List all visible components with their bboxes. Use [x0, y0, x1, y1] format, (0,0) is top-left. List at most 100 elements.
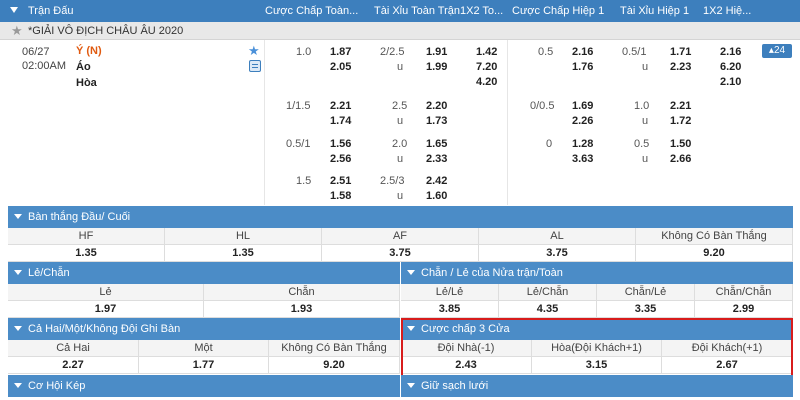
header-1x2-ft[interactable]: 1X2 To... [460, 0, 506, 22]
panel-value-row: 3.85 4.35 3.35 2.99 [401, 301, 793, 318]
odds-cell[interactable]: 3.85 [401, 301, 499, 318]
odds-cell[interactable]: 1.93 [204, 301, 400, 318]
header-ou-h1[interactable]: Tài Xỉu Hiệp 1 [620, 0, 700, 22]
ou-line: 1.0 [634, 100, 650, 112]
column-header: HL [165, 228, 322, 245]
hdp-line: 1.5 [296, 175, 312, 187]
odds-cell[interactable]: 2.27 [8, 357, 139, 374]
odds-cell[interactable]: 1.60 [426, 189, 447, 203]
odds-cell[interactable]: 7.20 [476, 60, 497, 74]
odds-cell[interactable]: 1.91 [426, 45, 447, 59]
panel-title-bar[interactable]: Cả Hai/Một/Không Đội Ghi Bàn [8, 318, 400, 340]
collapse-icon[interactable] [407, 383, 415, 388]
favorite-star-icon[interactable]: ★ [248, 43, 260, 59]
odds-cell[interactable]: 2.99 [695, 301, 793, 318]
hdp-line: 0.5/1 [286, 138, 311, 150]
odds-cell[interactable]: 3.75 [479, 245, 636, 262]
odds-cell[interactable]: 1.87 [330, 45, 351, 59]
ou-line: 2.0 [392, 138, 408, 150]
column-header: Lẻ/Chẵn [499, 284, 597, 301]
odds-cell[interactable]: 2.42 [426, 174, 447, 188]
odds-cell[interactable]: 6.20 [720, 60, 741, 74]
odds-cell[interactable]: 3.35 [597, 301, 695, 318]
odds-cell[interactable]: 9.20 [269, 357, 400, 374]
ou-line: 2.5 [392, 100, 408, 112]
collapse-icon[interactable] [14, 214, 22, 219]
stats-icon[interactable] [249, 60, 261, 72]
hdp-line: 0/0.5 [530, 100, 555, 112]
panel-odd-even: Lẻ/Chẵn Lẻ Chẵn 1.97 1.93 [8, 262, 400, 319]
header-1x2-h1[interactable]: 1X2 Hiệ... [703, 0, 763, 22]
odds-cell[interactable]: 9.20 [636, 245, 793, 262]
odds-cell[interactable]: 2.16 [572, 45, 593, 59]
panel-header-row: Cả Hai Một Không Có Bàn Thắng [8, 340, 400, 357]
highlight-box [401, 318, 793, 380]
odds-cell[interactable]: 1.42 [476, 45, 497, 59]
panel-title: Chẵn / Lẻ của Nửa trận/Toàn [421, 267, 563, 279]
odds-cell[interactable]: 2.26 [572, 114, 593, 128]
odds-cell[interactable]: 1.65 [426, 137, 447, 151]
odds-cell[interactable]: 1.58 [330, 189, 351, 203]
odds-cell[interactable]: 1.99 [426, 60, 447, 74]
header-hdp-ft[interactable]: Cược Chấp Toàn... [265, 0, 367, 22]
odds-cell[interactable]: 2.23 [670, 60, 691, 74]
under-label: u [642, 61, 649, 73]
odds-cell[interactable]: 2.20 [426, 99, 447, 113]
odds-cell[interactable]: 2.21 [670, 99, 691, 113]
collapse-icon[interactable] [14, 270, 22, 275]
hdp-line: 0.5 [538, 46, 554, 58]
odds-cell[interactable]: 2.10 [720, 75, 741, 89]
panel-double-chance: Cơ Hội Kép [8, 375, 400, 400]
odds-cell[interactable]: 1.76 [572, 60, 593, 74]
odds-cell[interactable]: 1.73 [426, 114, 447, 128]
collapse-icon[interactable] [10, 7, 18, 13]
odds-cell[interactable]: 1.72 [670, 114, 691, 128]
under-label: u [642, 115, 649, 127]
panel-value-row: 2.27 1.77 9.20 [8, 357, 400, 374]
odds-cell[interactable]: 2.16 [720, 45, 741, 59]
panel-odd-even-ht-ft: Chẵn / Lẻ của Nửa trận/Toàn Lẻ/Lẻ Lẻ/Chẵ… [401, 262, 793, 319]
odds-cell[interactable]: 1.69 [572, 99, 593, 113]
collapse-icon[interactable] [14, 383, 22, 388]
odds-cell[interactable]: 1.35 [165, 245, 322, 262]
under-label: u [642, 153, 649, 165]
odds-cell[interactable]: 1.74 [330, 114, 351, 128]
odds-cell[interactable]: 3.75 [322, 245, 479, 262]
star-icon[interactable]: ★ [11, 23, 23, 39]
odds-cell[interactable]: 1.28 [572, 137, 593, 151]
odds-cell[interactable]: 1.35 [8, 245, 165, 262]
panel-title-bar[interactable]: Bàn thắng Đầu/ Cuối [8, 206, 793, 228]
away-team: Áo [76, 61, 91, 73]
odds-cell[interactable]: 4.35 [499, 301, 597, 318]
panel-title: Lẻ/Chẵn [28, 267, 70, 279]
match-date: 06/27 [22, 46, 50, 58]
panel-title-bar[interactable]: Cơ Hội Kép [8, 375, 400, 397]
more-bets-button[interactable]: ▴24 [762, 44, 792, 58]
header-hdp-h1[interactable]: Cược Chấp Hiệp 1 [512, 0, 612, 22]
odds-cell[interactable]: 3.63 [572, 152, 593, 166]
panel-title: Bàn thắng Đầu/ Cuối [28, 211, 131, 223]
panel-title-bar[interactable]: Giữ sạch lưới [401, 375, 793, 397]
panel-title-bar[interactable]: Chẵn / Lẻ của Nửa trận/Toàn [401, 262, 793, 284]
collapse-icon[interactable] [407, 270, 415, 275]
odds-cell[interactable]: 2.56 [330, 152, 351, 166]
odds-cell[interactable]: 1.71 [670, 45, 691, 59]
odds-cell[interactable]: 2.21 [330, 99, 351, 113]
column-header: Không Có Bàn Thắng [269, 340, 400, 357]
odds-cell[interactable]: 2.33 [426, 152, 447, 166]
panel-title-bar[interactable]: Lẻ/Chẵn [8, 262, 400, 284]
divider [264, 40, 265, 205]
panel-clean-sheet: Giữ sạch lưới [401, 375, 793, 400]
odds-cell[interactable]: 1.50 [670, 137, 691, 151]
ou-line: 2.5/3 [380, 175, 405, 187]
hdp-line: 1/1.5 [286, 100, 311, 112]
odds-cell[interactable]: 1.56 [330, 137, 351, 151]
odds-cell[interactable]: 1.97 [8, 301, 204, 318]
collapse-icon[interactable] [14, 326, 22, 331]
league-row[interactable]: ★ *GIẢI VÔ ĐỊCH CHÂU ÂU 2020 [0, 22, 800, 40]
odds-cell[interactable]: 2.05 [330, 60, 351, 74]
odds-cell[interactable]: 4.20 [476, 75, 497, 89]
odds-cell[interactable]: 1.77 [139, 357, 269, 374]
odds-cell[interactable]: 2.66 [670, 152, 691, 166]
odds-cell[interactable]: 2.51 [330, 174, 351, 188]
